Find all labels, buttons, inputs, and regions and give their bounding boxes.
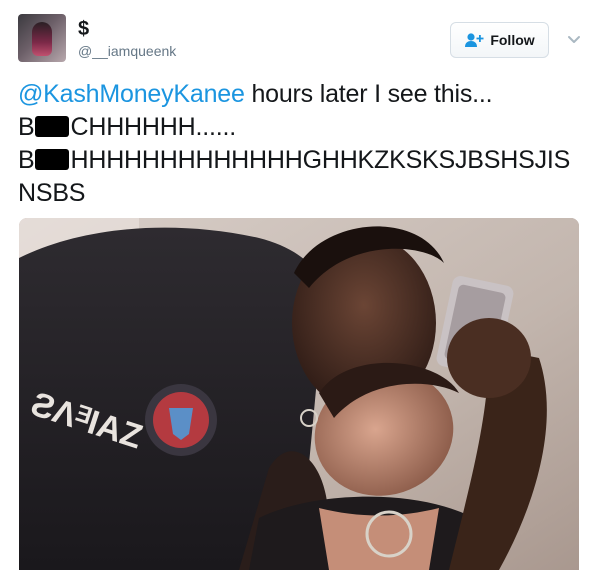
chevron-down-icon[interactable] (565, 30, 583, 48)
tweet-line-2-start: B (18, 113, 35, 141)
follow-button-label: Follow (490, 32, 535, 48)
tweet-header: $ @__iamqueenk Follow (18, 14, 582, 66)
tweet-line-2-end: CHHHHHH...... (70, 113, 236, 141)
tweet-line-1: @KashMoneyKanee hours later I see this..… (18, 78, 582, 111)
tweet-line-3: B HHHHHHHHHHHHHGHHKZKSKSJBSHSJIS (18, 144, 582, 177)
mention-link[interactable]: @KashMoneyKanee (18, 80, 245, 108)
user-handle[interactable]: @__iamqueenk (78, 43, 176, 59)
tweet-text: @KashMoneyKanee hours later I see this..… (18, 78, 582, 210)
redaction-block (35, 116, 70, 137)
redaction-block (35, 149, 70, 170)
tweet-line-1-text: hours later I see this... (244, 80, 493, 108)
avatar-photo-figure (32, 22, 52, 56)
tweet-line-4: NSBS (18, 179, 86, 207)
avatar[interactable] (18, 14, 66, 62)
tweet-line-3-end: HHHHHHHHHHHHHGHHKZKSKSJBSHSJIS (70, 146, 571, 174)
tweet-photo[interactable]: ƧΛᴲIAZ (19, 218, 579, 570)
add-user-icon (464, 32, 484, 48)
tweet-line-3-start: B (18, 146, 35, 174)
tweet-line-2: B CHHHHHH...... (18, 111, 582, 144)
follow-button[interactable]: Follow (450, 22, 549, 58)
display-name[interactable]: $ (78, 18, 89, 41)
